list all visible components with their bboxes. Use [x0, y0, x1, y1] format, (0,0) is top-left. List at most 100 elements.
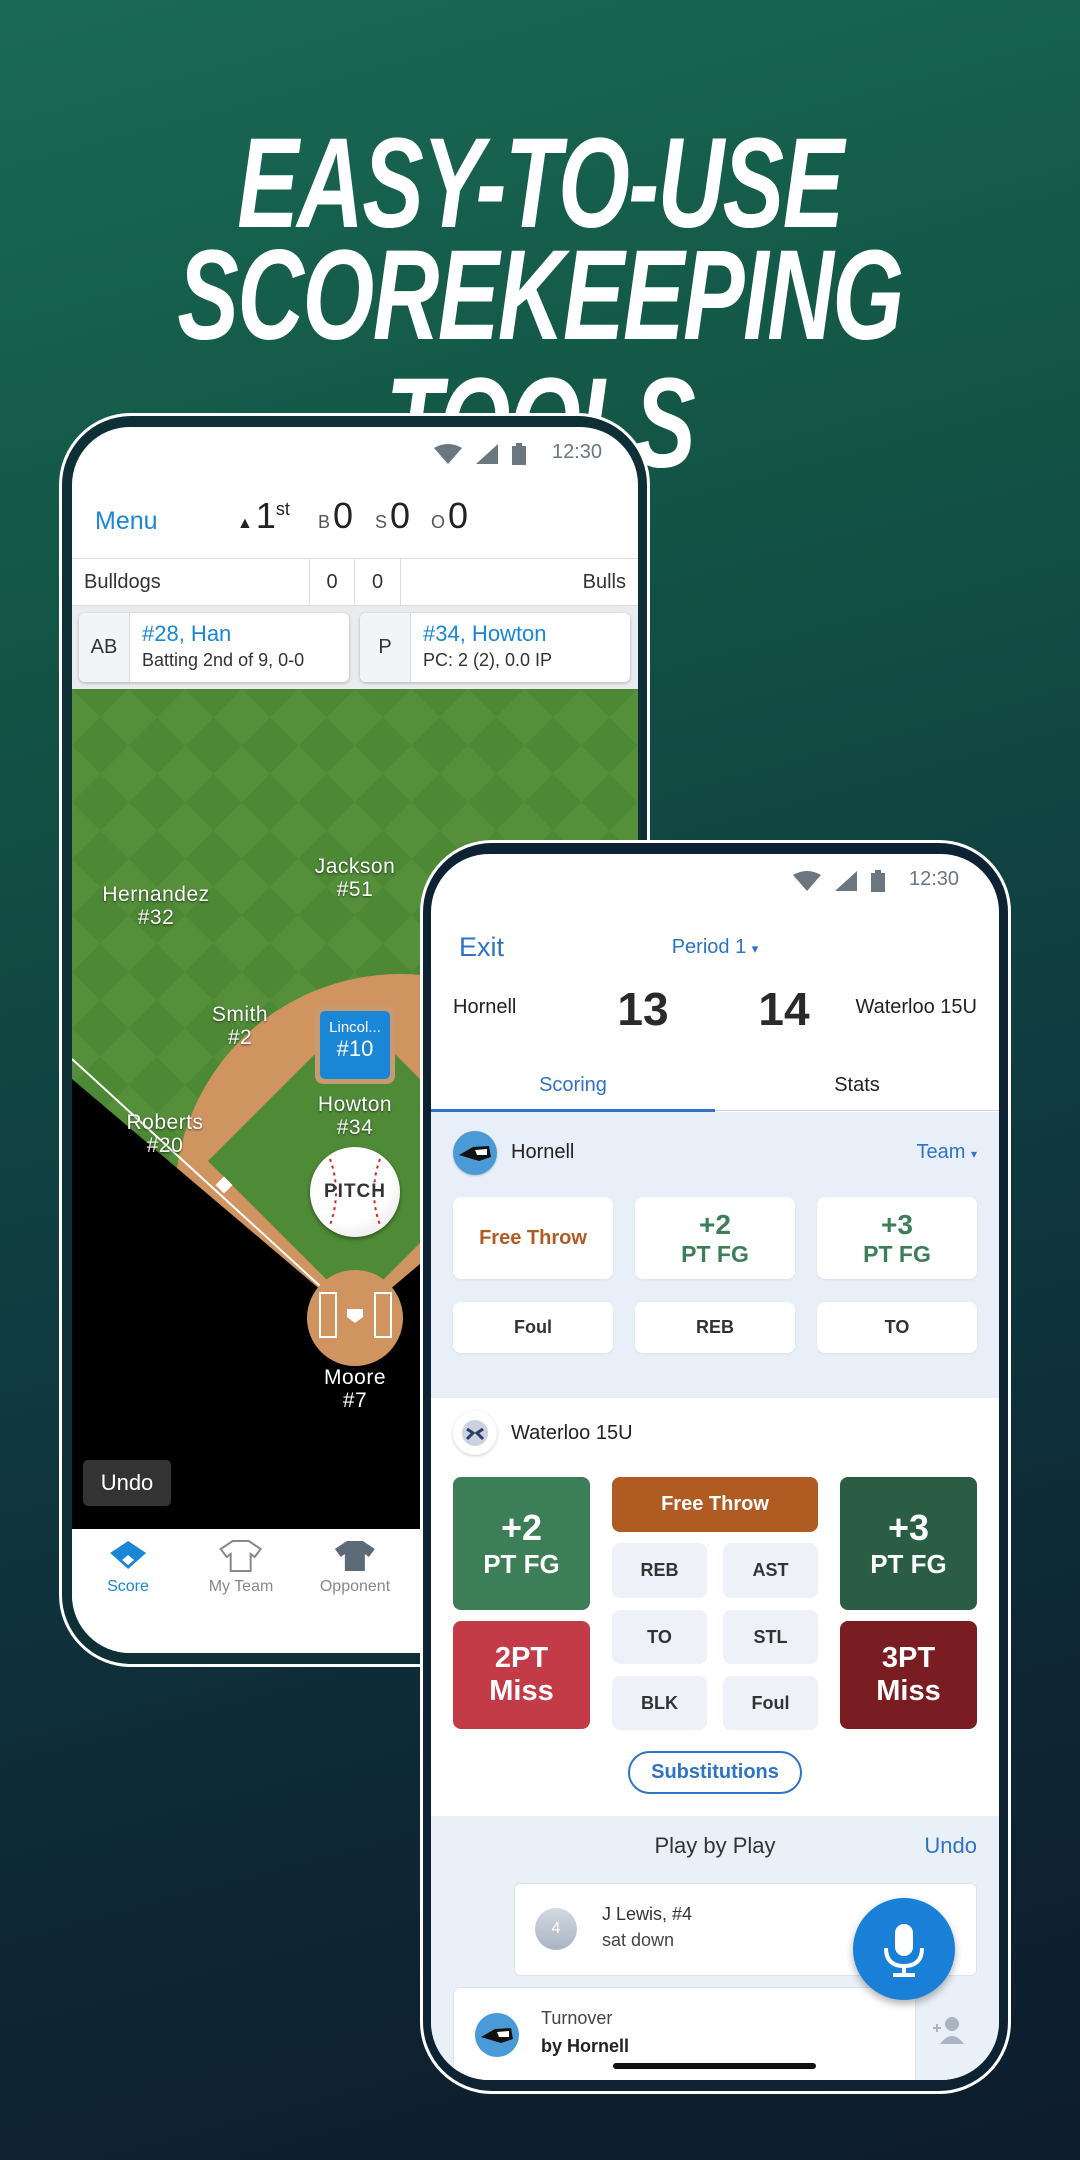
balls-count: B0 [318, 495, 353, 537]
player-number: #7 [342, 1389, 368, 1412]
waterloo-blk-button[interactable]: BLK [612, 1676, 707, 1730]
hornell-3pt-button[interactable]: +3 PT FG [817, 1197, 977, 1279]
outs-count: O0 [431, 495, 468, 537]
undo-button[interactable]: Undo [83, 1460, 171, 1506]
btn-top: +2 [699, 1208, 731, 1240]
player-number: #34 [336, 1116, 374, 1139]
nav-label: Opponent [319, 1578, 391, 1595]
away-score: 0 [309, 559, 354, 605]
btn-bottom: PT FG [870, 1549, 947, 1579]
player-number-badge: 4 [535, 1908, 577, 1950]
waterloo-3pt-button[interactable]: +3 PT FG [840, 1477, 977, 1610]
caret-down-icon: ▾ [970, 1147, 977, 1161]
hornell-2pt-button[interactable]: +2 PT FG [635, 1197, 795, 1279]
status-time: 12:30 [552, 441, 603, 463]
nav-label: Score [107, 1578, 149, 1595]
btn-bottom: PT FG [863, 1240, 931, 1267]
player-number: #20 [146, 1134, 184, 1157]
at-bat-card[interactable]: AB #28, Han Batting 2nd of 9, 0-0 [79, 613, 349, 682]
battery-icon [512, 443, 526, 465]
runner-name: Lincol... [329, 1019, 381, 1036]
waterloo-reb-button[interactable]: REB [612, 1543, 707, 1598]
waterloo-2pt-button[interactable]: +2 PT FG [453, 1477, 590, 1610]
runner-number: #10 [336, 1036, 374, 1061]
basketball-screen: 12:30 Exit Period 1 ▾ Hornell 13 14 Wate… [431, 854, 999, 2080]
waterloo-stl-button[interactable]: STL [723, 1610, 818, 1664]
hornell-section: Hornell Team ▾ Free Throw +2 PT FG +3 PT F… [431, 1112, 999, 1398]
add-person-icon[interactable] [931, 2016, 965, 2044]
inning-indicator: ▲ 1 st [237, 495, 290, 537]
strikes-label: S [375, 512, 388, 532]
pitcher-card[interactable]: P #34, Howton PC: 2 (2), 0.0 IP [360, 613, 630, 682]
exit-button[interactable]: Exit [459, 932, 504, 963]
player-label-3b[interactable]: Roberts #20 [126, 1111, 203, 1157]
waterloo-section: Waterloo 15U +2 PT FG 2PT Miss Free Throw … [431, 1398, 999, 1816]
inning-suffix: st [275, 499, 290, 519]
player-label-p[interactable]: Howton #34 [318, 1093, 392, 1139]
pitch-button[interactable]: PITCH [310, 1147, 400, 1237]
substitutions-button[interactable]: Substitutions [628, 1751, 802, 1794]
period-selector[interactable]: Period 1 ▾ [672, 936, 759, 959]
nav-opponent[interactable]: Opponent [320, 1539, 390, 1596]
home-indicator[interactable] [613, 2063, 816, 2069]
player-label-lf[interactable]: Hernandez #32 [102, 883, 209, 929]
player-name: Moore [323, 1366, 387, 1389]
away-team-name: Bulldogs [84, 571, 161, 593]
waterloo-logo [453, 1411, 497, 1455]
menu-button[interactable]: Menu [95, 507, 158, 536]
outs-label: O [431, 512, 446, 532]
waterloo-to-button[interactable]: TO [612, 1610, 707, 1664]
pitcher-detail: PC: 2 (2), 0.0 IP [423, 650, 553, 670]
player-number: #2 [227, 1026, 253, 1049]
batter-name: #28, Han [142, 621, 232, 646]
batter-detail: Batting 2nd of 9, 0-0 [142, 650, 305, 670]
btn-bottom: Miss [876, 1675, 941, 1707]
player-label-c[interactable]: Moore #7 [324, 1366, 386, 1412]
strikes-value: 0 [390, 495, 411, 536]
runner-badge[interactable]: Lincol... #10 [315, 1006, 395, 1084]
top-inning-arrow-icon: ▲ [237, 515, 253, 532]
waterloo-ast-button[interactable]: AST [723, 1543, 818, 1598]
voice-input-button[interactable] [853, 1898, 955, 2000]
waterloo-foul-button[interactable]: Foul [723, 1676, 818, 1730]
home-team-name: Bulls [582, 571, 626, 593]
signal-icon [476, 444, 498, 464]
nav-my-team[interactable]: My Team [208, 1539, 274, 1596]
scoreboard-row: Bulldogs 0 0 Bulls [72, 558, 638, 606]
balls-value: 0 [333, 495, 354, 536]
hornell-free-throw-button[interactable]: Free Throw [453, 1197, 613, 1279]
hornell-to-button[interactable]: TO [817, 1302, 977, 1353]
matchup-cards: AB #28, Han Batting 2nd of 9, 0-0 P #34, … [72, 606, 638, 689]
hornell-foul-button[interactable]: Foul [453, 1302, 613, 1353]
tab-stats[interactable]: Stats [715, 1074, 999, 1097]
pbp-undo-button[interactable]: Undo [924, 1833, 977, 1859]
player-label-ss[interactable]: Smith #2 [212, 1003, 268, 1049]
btn-top: +3 [881, 1208, 913, 1240]
btn-bottom: PT FG [483, 1549, 560, 1579]
pitcher-label: P [360, 613, 411, 682]
team-selector[interactable]: Team ▾ [917, 1141, 978, 1164]
pitch-label: PITCH [324, 1181, 386, 1202]
home-score: 13 [617, 983, 669, 1035]
diamond-icon [109, 1541, 146, 1569]
strikes-count: S0 [375, 495, 410, 537]
pitcher-name: #34, Howton [423, 621, 547, 646]
status-icons [434, 443, 526, 465]
nav-score[interactable]: Score [107, 1539, 149, 1596]
waterloo-2pt-miss-button[interactable]: 2PT Miss [453, 1621, 590, 1729]
player-name: Roberts [126, 1111, 204, 1134]
hornell-reb-button[interactable]: REB [635, 1302, 795, 1353]
play-entry-title: Turnover [541, 2008, 613, 2028]
waterloo-3pt-miss-button[interactable]: 3PT Miss [840, 1621, 977, 1729]
tab-scoring[interactable]: Scoring [431, 1074, 715, 1097]
player-name: Smith [211, 1003, 269, 1026]
nav-label: My Team [208, 1578, 274, 1595]
bird-logo-icon [459, 1146, 491, 1161]
team-selector-label: Team [916, 1141, 966, 1163]
player-label-cf[interactable]: Jackson #51 [315, 855, 396, 901]
balls-label: B [318, 512, 331, 532]
home-score: 0 [354, 559, 401, 605]
tiger-logo-icon [462, 1420, 488, 1446]
signal-icon [835, 871, 857, 891]
waterloo-free-throw-button[interactable]: Free Throw [612, 1477, 818, 1532]
